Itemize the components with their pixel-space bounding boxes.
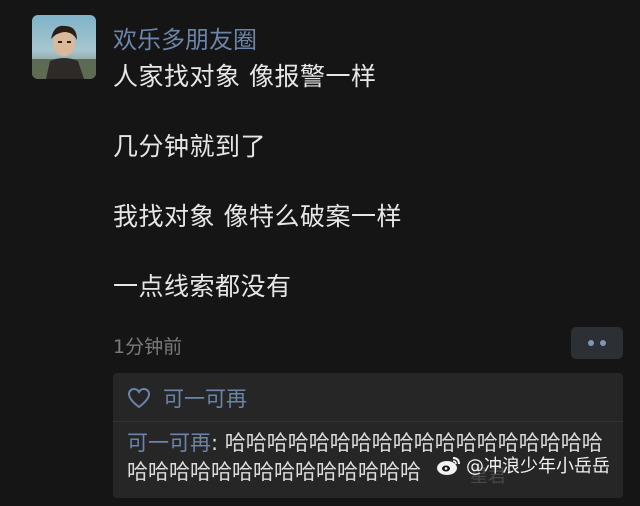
post-line: 几分钟就到了 <box>113 132 267 161</box>
watermark: @冲浪少年小岳岳 <box>436 450 610 480</box>
post-line: 一点线索都没有 <box>113 272 292 301</box>
post-line: 人家找对象 像报警一样 <box>113 62 377 91</box>
post-author[interactable]: 欢乐多朋友圈 <box>113 20 257 55</box>
post-line: 我找对象 像特么破案一样 <box>113 202 402 231</box>
more-dots-icon <box>600 340 606 346</box>
like-user-name[interactable]: 可一可再 <box>163 383 247 413</box>
comment-separator: : <box>211 431 225 455</box>
post-timestamp: 1分钟前 <box>113 336 183 358</box>
weibo-icon <box>437 457 460 475</box>
watermark-text: @冲浪少年小岳岳 <box>466 456 610 477</box>
heart-icon <box>127 387 151 409</box>
avatar-portrait <box>32 25 96 79</box>
comment-author[interactable]: 可一可再 <box>127 431 211 455</box>
divider <box>113 421 623 422</box>
more-options-button[interactable] <box>571 327 623 359</box>
more-dots-icon <box>588 340 594 346</box>
avatar[interactable] <box>32 15 96 79</box>
likes-row: 可一可再 <box>127 383 247 413</box>
